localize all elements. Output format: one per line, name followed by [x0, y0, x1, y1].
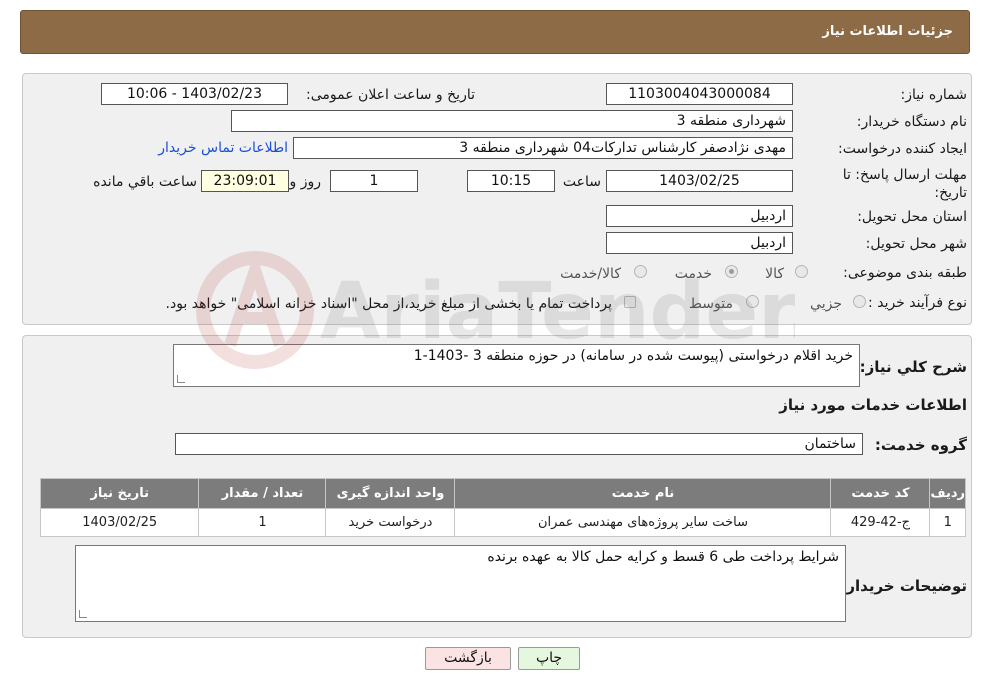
announce-label: تاریخ و ساعت اعلان عمومی: — [306, 87, 475, 103]
process-minor-label: جزیي — [810, 296, 842, 312]
services-heading: اطلاعات خدمات مورد نیاز — [779, 396, 967, 414]
deadline-label: مهلت ارسال پاسخ: تا تاریخ: — [842, 167, 967, 201]
province-label: استان محل تحویل: — [857, 209, 967, 225]
process-medium-label: متوسط — [689, 296, 733, 312]
category-goods-radio[interactable] — [795, 265, 808, 278]
contact-buyer-link[interactable]: اطلاعات تماس خریدار — [158, 140, 288, 156]
process-medium-radio[interactable] — [746, 295, 759, 308]
province-field: اردبیل — [606, 205, 793, 227]
column-header: تاریخ نیاز — [39, 478, 200, 509]
buyer-notes-label: توضیحات خریدار: — [840, 577, 967, 595]
need-number-label: شماره نیاز: — [900, 87, 968, 103]
category-goods-service-label: کالا/خدمت — [560, 266, 621, 282]
table-cell: ج-42-429 — [830, 508, 931, 537]
back-button[interactable]: بازگشت — [425, 647, 511, 670]
table-cell: 1 — [198, 508, 327, 537]
table-header-row: ردیف کد خدمت نام خدمت واحد اندازه گیری ت… — [39, 478, 966, 509]
page-header: جزئیات اطلاعات نیاز — [20, 10, 970, 54]
city-label: شهر محل تحویل: — [865, 236, 967, 252]
announce-field: 1403/02/23 - 10:06 — [101, 83, 288, 105]
days-label: روز و — [289, 174, 322, 190]
summary-label: شرح کلي نياز: — [859, 358, 967, 376]
column-header: کد خدمت — [830, 478, 931, 509]
column-header: واحد اندازه گیری — [325, 478, 456, 509]
column-header: تعداد / مقدار — [198, 478, 327, 509]
resize-handle-icon[interactable] — [79, 610, 87, 618]
table-cell: 1403/02/25 — [39, 508, 200, 537]
page-title: جزئیات اطلاعات نیاز — [822, 24, 953, 39]
deadline-date-field: 1403/02/25 — [606, 170, 793, 192]
table-cell: 1 — [929, 508, 966, 537]
category-service-radio[interactable] — [725, 265, 738, 278]
process-label: نوع فرآیند خرید : — [868, 295, 967, 311]
column-header: نام خدمت — [454, 478, 832, 509]
creator-label: ایجاد کننده درخواست: — [838, 141, 967, 157]
category-goods-label: کالا — [765, 266, 784, 282]
process-minor-radio[interactable] — [853, 295, 866, 308]
buyer-org-field: شهرداری منطقه 3 — [231, 110, 793, 132]
need-number-field: 1103004043000084 — [606, 83, 793, 105]
category-service-label: خدمت — [674, 266, 712, 282]
summary-text: خرید اقلام درخواستی (پیوست شده در سامانه… — [413, 348, 853, 364]
treasury-payment-note: پرداخت تمام یا بخشی از مبلغ خرید،از محل … — [165, 296, 612, 312]
table-row: 1 ج-42-429 ساخت سایر پروژه‌های مهندسی عم… — [39, 508, 966, 537]
service-group-field: ساختمان — [175, 433, 863, 455]
services-table: ردیف کد خدمت نام خدمت واحد اندازه گیری ت… — [39, 478, 966, 537]
category-label: طبقه بندی موضوعی: — [843, 265, 967, 281]
column-header: ردیف — [929, 478, 966, 509]
deadline-time-field: 10:15 — [467, 170, 555, 192]
buyer-org-label: نام دستگاه خریدار: — [856, 114, 967, 130]
resize-handle-icon[interactable] — [177, 375, 185, 383]
remaining-time-field: 23:09:01 — [201, 170, 289, 192]
days-field: 1 — [330, 170, 418, 192]
summary-field: خرید اقلام درخواستی (پیوست شده در سامانه… — [173, 344, 860, 387]
buyer-notes-field: شرایط پرداخت طی 6 قسط و کرایه حمل کالا ب… — [75, 545, 846, 622]
category-goods-service-radio[interactable] — [634, 265, 647, 278]
table-cell: درخواست خرید — [325, 508, 456, 537]
remaining-time-label: ساعت باقي مانده — [93, 174, 197, 190]
table-cell: ساخت سایر پروژه‌های مهندسی عمران — [454, 508, 832, 537]
treasury-payment-checkbox[interactable] — [624, 296, 636, 308]
deadline-time-label: ساعت — [562, 174, 601, 190]
city-field: اردبیل — [606, 232, 793, 254]
creator-field: مهدی نژادصفر کارشناس تدارکات04 شهرداری م… — [293, 137, 793, 159]
print-button[interactable]: چاپ — [518, 647, 580, 670]
service-group-label: گروه خدمت: — [874, 436, 967, 454]
buyer-notes-text: شرایط پرداخت طی 6 قسط و کرایه حمل کالا ب… — [487, 549, 839, 565]
